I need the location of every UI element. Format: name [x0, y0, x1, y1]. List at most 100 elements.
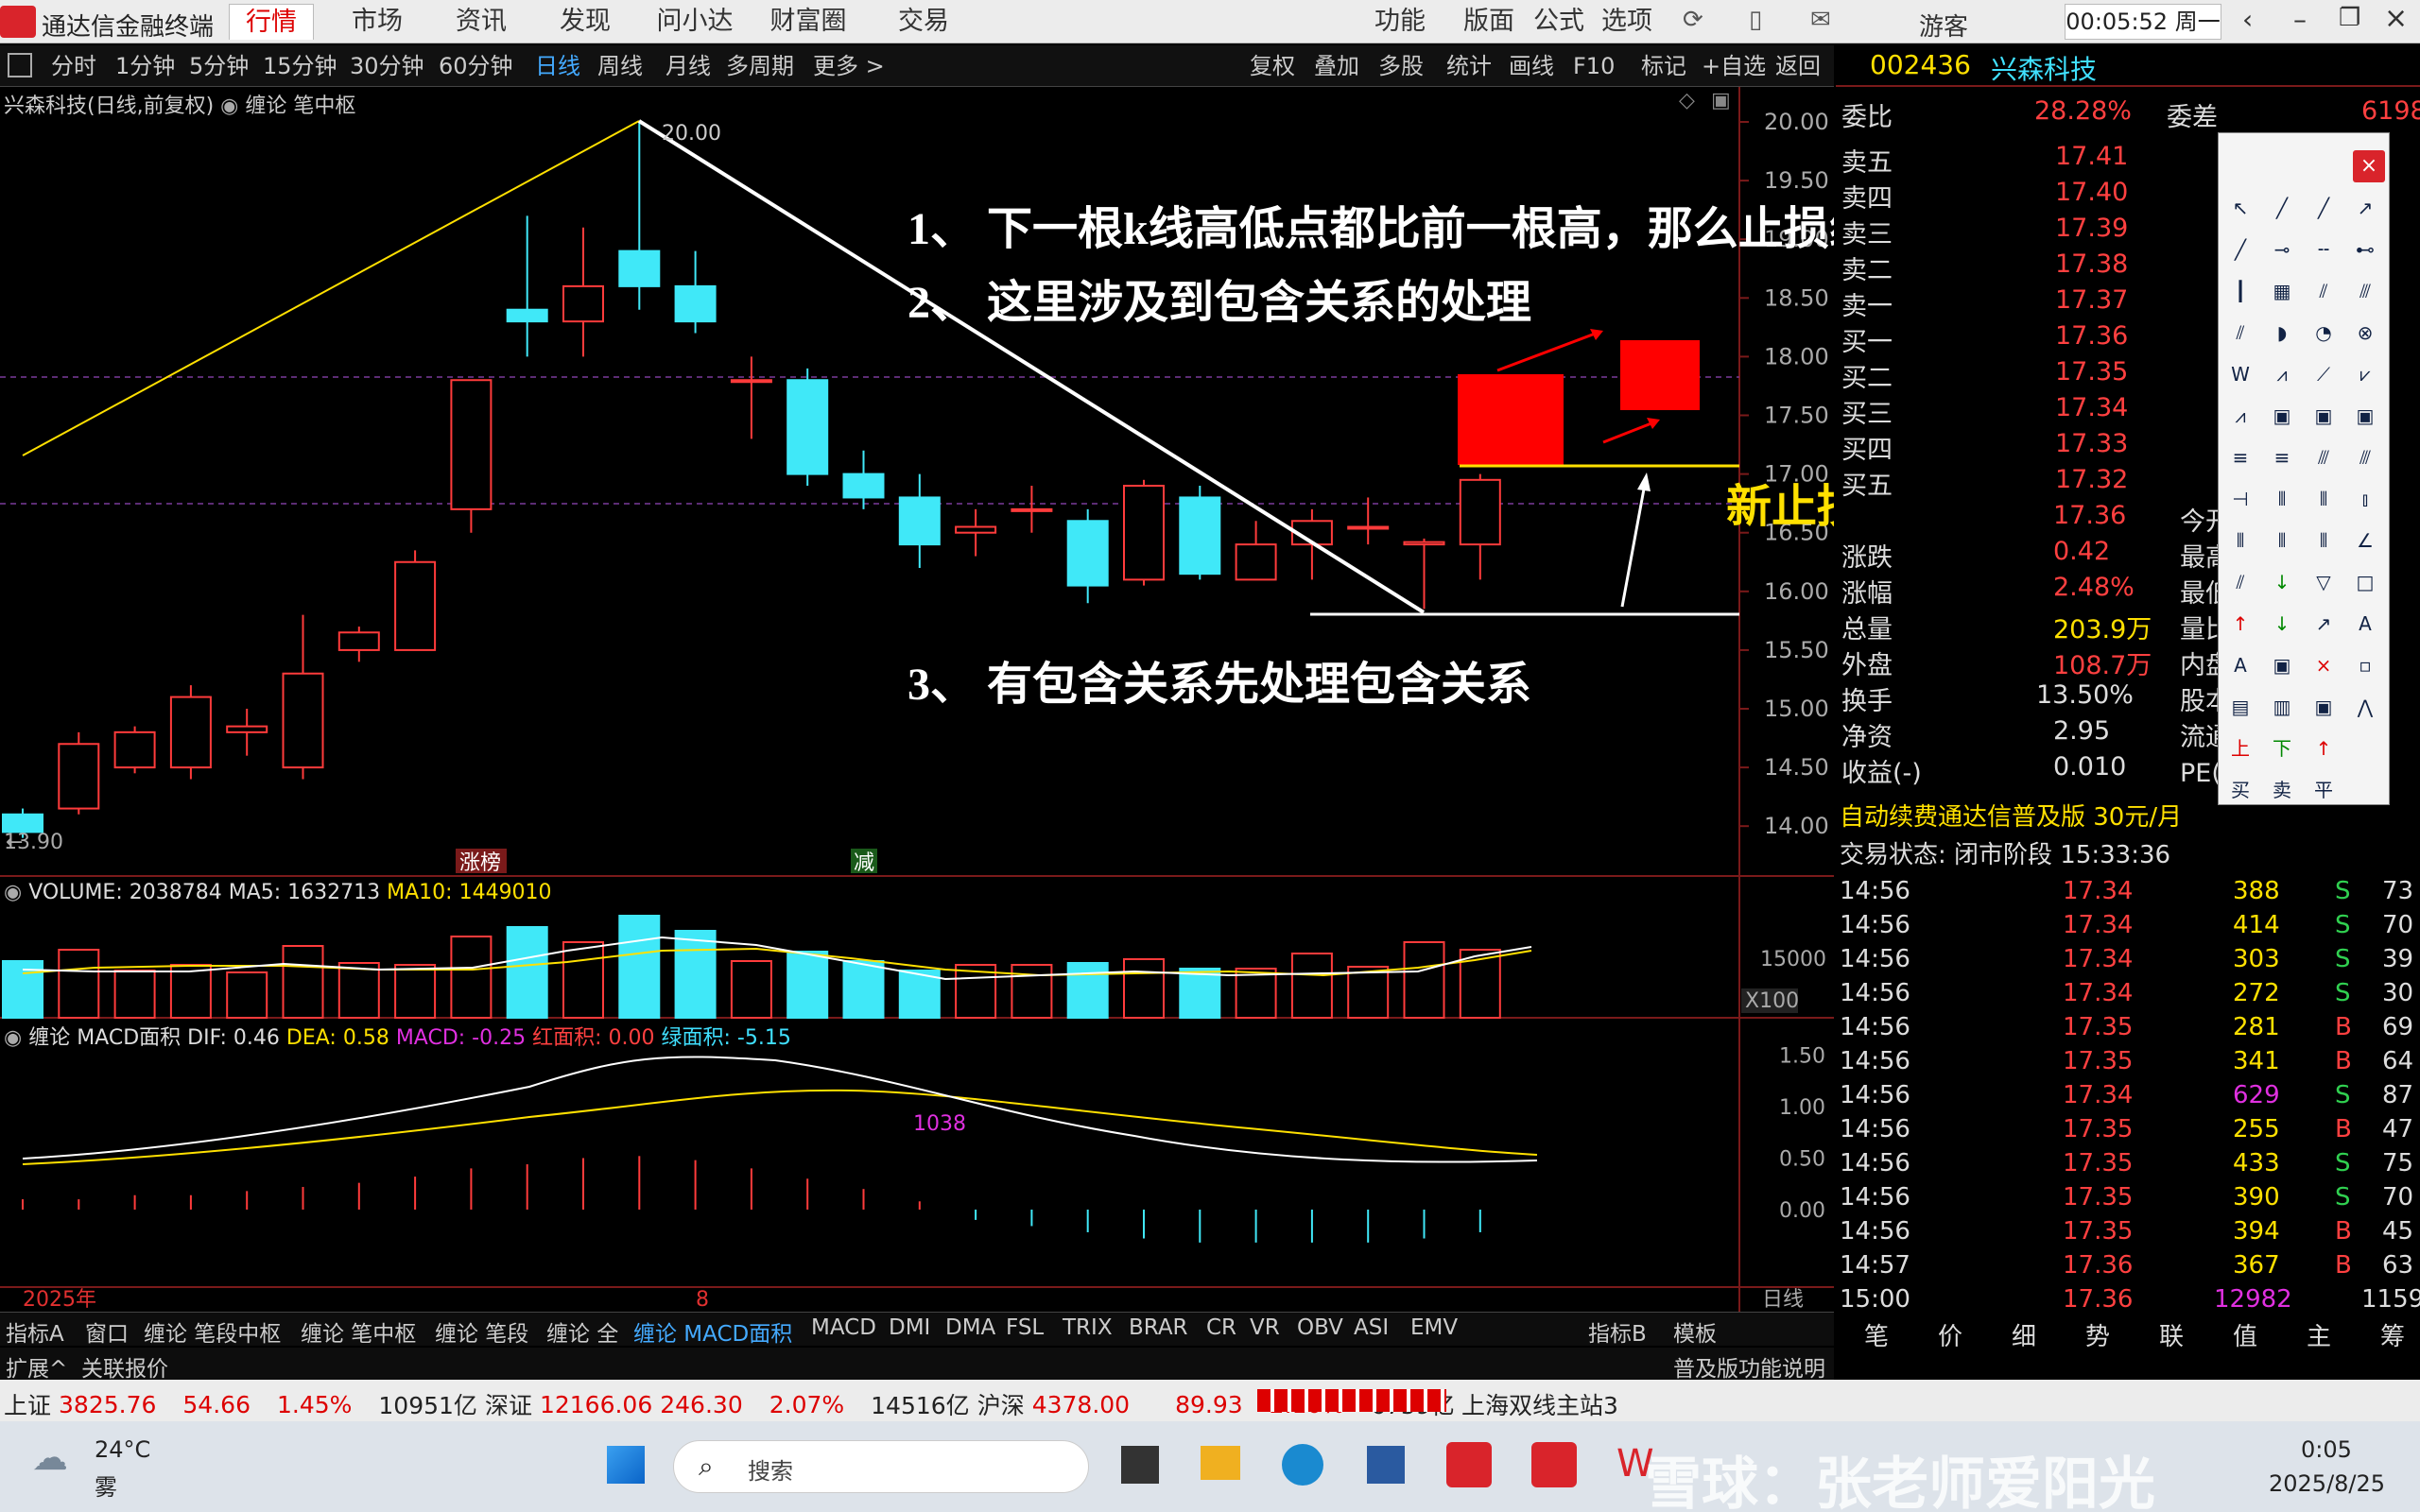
- template-tab[interactable]: 模板: [1673, 1315, 1717, 1348]
- indicator-tab-9[interactable]: DMA: [945, 1315, 995, 1340]
- period-10[interactable]: 更多 >: [813, 51, 885, 81]
- draw-tool-11-icon[interactable]: ⫻: [2351, 277, 2379, 305]
- related-quote-button[interactable]: 关联报价: [81, 1350, 168, 1383]
- draw-tool-2-icon[interactable]: ╱: [2309, 194, 2338, 222]
- indicator-b-tab[interactable]: 指标B: [1588, 1315, 1647, 1348]
- indicator-tab-8[interactable]: DMI: [889, 1315, 930, 1340]
- period-0[interactable]: 分时: [51, 51, 96, 81]
- period-1[interactable]: 1分钟: [115, 51, 175, 81]
- draw-tool-20-icon[interactable]: ⩘: [2226, 402, 2255, 430]
- indicator-tab-1[interactable]: 窗口: [85, 1315, 129, 1348]
- draw-tool-46-icon[interactable]: ×: [2309, 651, 2338, 679]
- kline-chart[interactable]: 20.0019.5019.0018.5018.0017.5017.0016.50…: [0, 87, 1834, 1312]
- draw-tool-36-icon[interactable]: ⫽: [2226, 568, 2255, 596]
- draw-tool-45-icon[interactable]: ▣: [2268, 651, 2296, 679]
- indicator-tab-15[interactable]: OBV: [1297, 1315, 1343, 1340]
- draw-tool-37-icon[interactable]: ↓: [2268, 568, 2296, 596]
- period-2[interactable]: 5分钟: [189, 51, 249, 81]
- indicator-tab-14[interactable]: VR: [1250, 1315, 1280, 1340]
- action-2[interactable]: 多股: [1378, 51, 1424, 81]
- draw-tool-7-icon[interactable]: ⊷: [2351, 235, 2379, 264]
- draw-tool-18-icon[interactable]: ⟋: [2309, 360, 2338, 388]
- draw-tool-29-icon[interactable]: ⦀: [2268, 485, 2296, 513]
- draw-tool-51-icon[interactable]: ⋀: [2351, 693, 2379, 721]
- draw-tool-48-icon[interactable]: ▤: [2226, 693, 2255, 721]
- indicator-tab-2[interactable]: 缠论 笔段中枢: [144, 1315, 281, 1348]
- indicator-tab-12[interactable]: BRAR: [1129, 1315, 1188, 1340]
- menu-tab-3[interactable]: 发现: [543, 4, 628, 40]
- draw-tool-33-icon[interactable]: ⦀: [2268, 526, 2296, 555]
- task-view-icon[interactable]: [1121, 1446, 1159, 1484]
- menu-tab-2[interactable]: 资讯: [439, 4, 524, 40]
- draw-tool-0-icon[interactable]: ↖: [2226, 194, 2255, 222]
- draw-tool-23-icon[interactable]: ▣: [2351, 402, 2379, 430]
- window-icon[interactable]: [8, 53, 32, 77]
- period-7[interactable]: 周线: [597, 51, 643, 81]
- draw-tool-53-icon[interactable]: 下: [2268, 734, 2296, 763]
- action-6[interactable]: 标记: [1641, 51, 1686, 81]
- indicator-tab-5[interactable]: 缠论 全: [546, 1315, 618, 1348]
- back-icon[interactable]: ‹: [2242, 4, 2253, 35]
- edge-icon[interactable]: [1282, 1444, 1323, 1486]
- palette-close-icon[interactable]: ×: [2353, 150, 2385, 182]
- close-icon[interactable]: ×: [2384, 2, 2408, 35]
- draw-tool-44-icon[interactable]: A: [2226, 651, 2255, 679]
- folder-icon[interactable]: [1201, 1446, 1240, 1480]
- draw-tool-14-icon[interactable]: ◔: [2309, 318, 2338, 347]
- search-box[interactable]: ⌕ 搜索: [673, 1440, 1089, 1493]
- draw-tool-8-icon[interactable]: ┃: [2226, 277, 2255, 305]
- draw-tool-17-icon[interactable]: ⩘: [2268, 360, 2296, 388]
- draw-tool-56-icon[interactable]: 买: [2226, 776, 2255, 804]
- windows-start-icon[interactable]: [607, 1446, 645, 1484]
- period-5[interactable]: 60分钟: [439, 51, 513, 81]
- draw-tool-12-icon[interactable]: ⫽: [2226, 318, 2255, 347]
- draw-tool-40-icon[interactable]: ↑: [2226, 610, 2255, 638]
- indicator-tab-0[interactable]: 指标A: [6, 1315, 64, 1348]
- action-4[interactable]: 画线: [1509, 51, 1554, 81]
- notice[interactable]: 自动续费通达信普及版 30元/月: [1840, 798, 2182, 833]
- menu-tab-6[interactable]: 交易: [881, 4, 966, 40]
- ext-button[interactable]: 扩展^: [6, 1350, 67, 1383]
- quote-tab-2[interactable]: 细: [2012, 1317, 2036, 1352]
- minimize-icon[interactable]: –: [2293, 4, 2307, 35]
- draw-tool-10-icon[interactable]: ⫽: [2309, 277, 2338, 305]
- indicator-tab-11[interactable]: TRIX: [1063, 1315, 1113, 1340]
- tdx-app-icon[interactable]: [1446, 1442, 1492, 1487]
- draw-tool-34-icon[interactable]: ⦀: [2309, 526, 2338, 555]
- draw-tool-43-icon[interactable]: A: [2351, 610, 2379, 638]
- quote-tab-6[interactable]: 主: [2307, 1317, 2331, 1352]
- quote-tab-5[interactable]: 值: [2233, 1317, 2257, 1352]
- draw-tool-38-icon[interactable]: ▽: [2309, 568, 2338, 596]
- draw-tool-3-icon[interactable]: ↗: [2351, 194, 2379, 222]
- tdx-app2-icon[interactable]: [1531, 1442, 1577, 1487]
- draw-tool-5-icon[interactable]: ⊸: [2268, 235, 2296, 264]
- server-site[interactable]: 上海双线主站3: [1461, 1387, 1618, 1421]
- draw-tool-57-icon[interactable]: 卖: [2268, 776, 2296, 804]
- period-4[interactable]: 30分钟: [350, 51, 424, 81]
- mail-icon[interactable]: ✉: [1810, 6, 1831, 34]
- draw-tool-22-icon[interactable]: ▣: [2309, 402, 2338, 430]
- draw-tool-42-icon[interactable]: ↗: [2309, 610, 2338, 638]
- period-3[interactable]: 15分钟: [263, 51, 337, 81]
- draw-tool-13-icon[interactable]: ◗: [2268, 318, 2296, 347]
- menu-right-2[interactable]: 公式: [1526, 4, 1592, 40]
- menu-right-0[interactable]: 功能: [1367, 4, 1433, 40]
- phone-icon[interactable]: ▯: [1749, 6, 1762, 34]
- draw-tool-27-icon[interactable]: ⫻: [2351, 443, 2379, 472]
- draw-tool-6-icon[interactable]: ╌: [2309, 235, 2338, 264]
- draw-tool-1-icon[interactable]: ╱: [2268, 194, 2296, 222]
- draw-tool-31-icon[interactable]: ⫾: [2351, 485, 2379, 513]
- indicator-tab-16[interactable]: ASI: [1354, 1315, 1389, 1340]
- quote-tab-4[interactable]: 联: [2159, 1317, 2184, 1352]
- draw-tool-21-icon[interactable]: ▣: [2268, 402, 2296, 430]
- draw-tool-16-icon[interactable]: W: [2226, 360, 2255, 388]
- draw-tool-39-icon[interactable]: □: [2351, 568, 2379, 596]
- restore-icon[interactable]: ❐: [2339, 4, 2360, 32]
- action-1[interactable]: 叠加: [1314, 51, 1359, 81]
- period-9[interactable]: 多周期: [726, 51, 794, 81]
- action-7[interactable]: +自选: [1702, 51, 1766, 81]
- indicator-tab-7[interactable]: MACD: [811, 1315, 876, 1340]
- draw-tool-30-icon[interactable]: ⦀: [2309, 485, 2338, 513]
- menu-tab-0[interactable]: 行情: [229, 4, 314, 40]
- draw-tool-9-icon[interactable]: ▦: [2268, 277, 2296, 305]
